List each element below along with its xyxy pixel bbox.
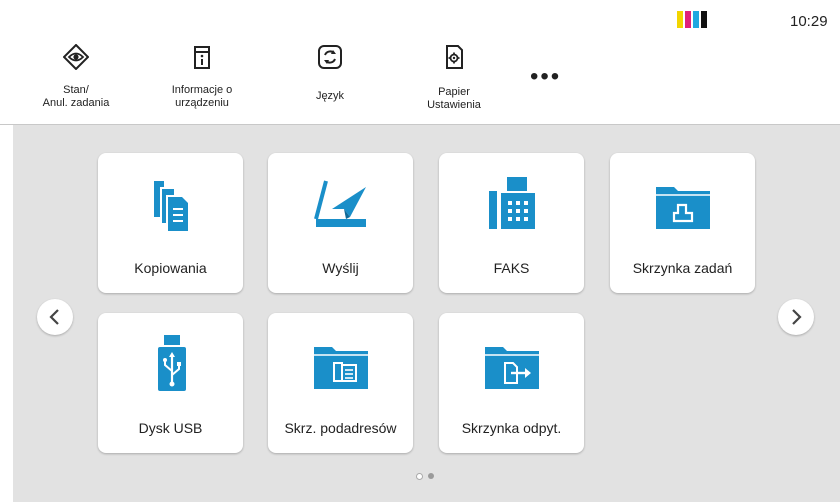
tile-polling-box[interactable]: Skrzynka odpyt. (439, 313, 584, 453)
tile-send[interactable]: Wyślij (268, 153, 413, 293)
status-label-line2: Anul. zadania (42, 97, 110, 109)
usb-drive-icon (158, 335, 186, 391)
more-options-button[interactable]: ••• (530, 65, 561, 89)
tile-subaddress-box-label: Skrz. podadresów (284, 420, 397, 436)
printer-home-screen: 10:29 Stan/Anul. zadania Informacje o urz… (0, 0, 840, 502)
polling-box-icon (485, 347, 539, 389)
language-label: Język (315, 90, 345, 102)
device-info-label-line2: urządzeniu (175, 97, 229, 109)
language-button[interactable]: Język (280, 44, 380, 103)
top-bar: 10:29 Stan/Anul. zadania Informacje o urz… (0, 0, 840, 124)
device-info-label-line1: Informacje o (171, 84, 233, 96)
next-page-button[interactable] (778, 299, 814, 335)
previous-page-button[interactable] (37, 299, 73, 335)
send-icon (314, 180, 366, 227)
app-grid-area: Kopiowania Wyślij FAKS Skrzynka zadań Dy… (13, 125, 840, 502)
tile-usb-drive-label: Dysk USB (138, 420, 203, 436)
page-dot-2 (428, 473, 434, 479)
clock: 10:29 (790, 13, 828, 30)
tile-fax-label: FAKS (493, 260, 530, 276)
job-box-icon (656, 187, 710, 229)
language-icon (318, 45, 342, 69)
tile-copy-label: Kopiowania (134, 260, 207, 276)
tile-usb-drive[interactable]: Dysk USB (98, 313, 243, 453)
device-info-button[interactable]: Informacje o urządzeniu (152, 44, 252, 110)
fax-icon (489, 177, 535, 229)
paper-settings-button[interactable]: Papier Ustawienia (404, 44, 504, 112)
paper-settings-label-line1: Papier (438, 86, 470, 98)
tile-polling-box-label: Skrzynka odpyt. (461, 420, 562, 436)
page-dot-1 (416, 473, 423, 480)
page-indicator (416, 473, 434, 480)
chevron-left-icon (49, 309, 59, 325)
subaddress-box-icon (314, 347, 368, 389)
paper-settings-icon (446, 45, 463, 69)
tile-fax[interactable]: FAKS (439, 153, 584, 293)
status-label-line1: Stan/ (63, 84, 89, 96)
toner-level-indicator (677, 11, 707, 28)
chevron-right-icon (792, 309, 802, 325)
eye-icon (63, 44, 89, 70)
paper-settings-label-line2: Ustawienia (427, 99, 481, 111)
tile-job-box[interactable]: Skrzynka zadań (610, 153, 755, 293)
status-cancel-job-button[interactable]: Stan/Anul. zadania (26, 44, 126, 110)
device-info-icon (194, 46, 210, 69)
tile-send-label: Wyślij (322, 260, 359, 276)
tile-subaddress-box[interactable]: Skrz. podadresów (268, 313, 413, 453)
tile-job-box-label: Skrzynka zadań (632, 260, 733, 276)
copy-icon (154, 181, 188, 231)
tile-copy[interactable]: Kopiowania (98, 153, 243, 293)
